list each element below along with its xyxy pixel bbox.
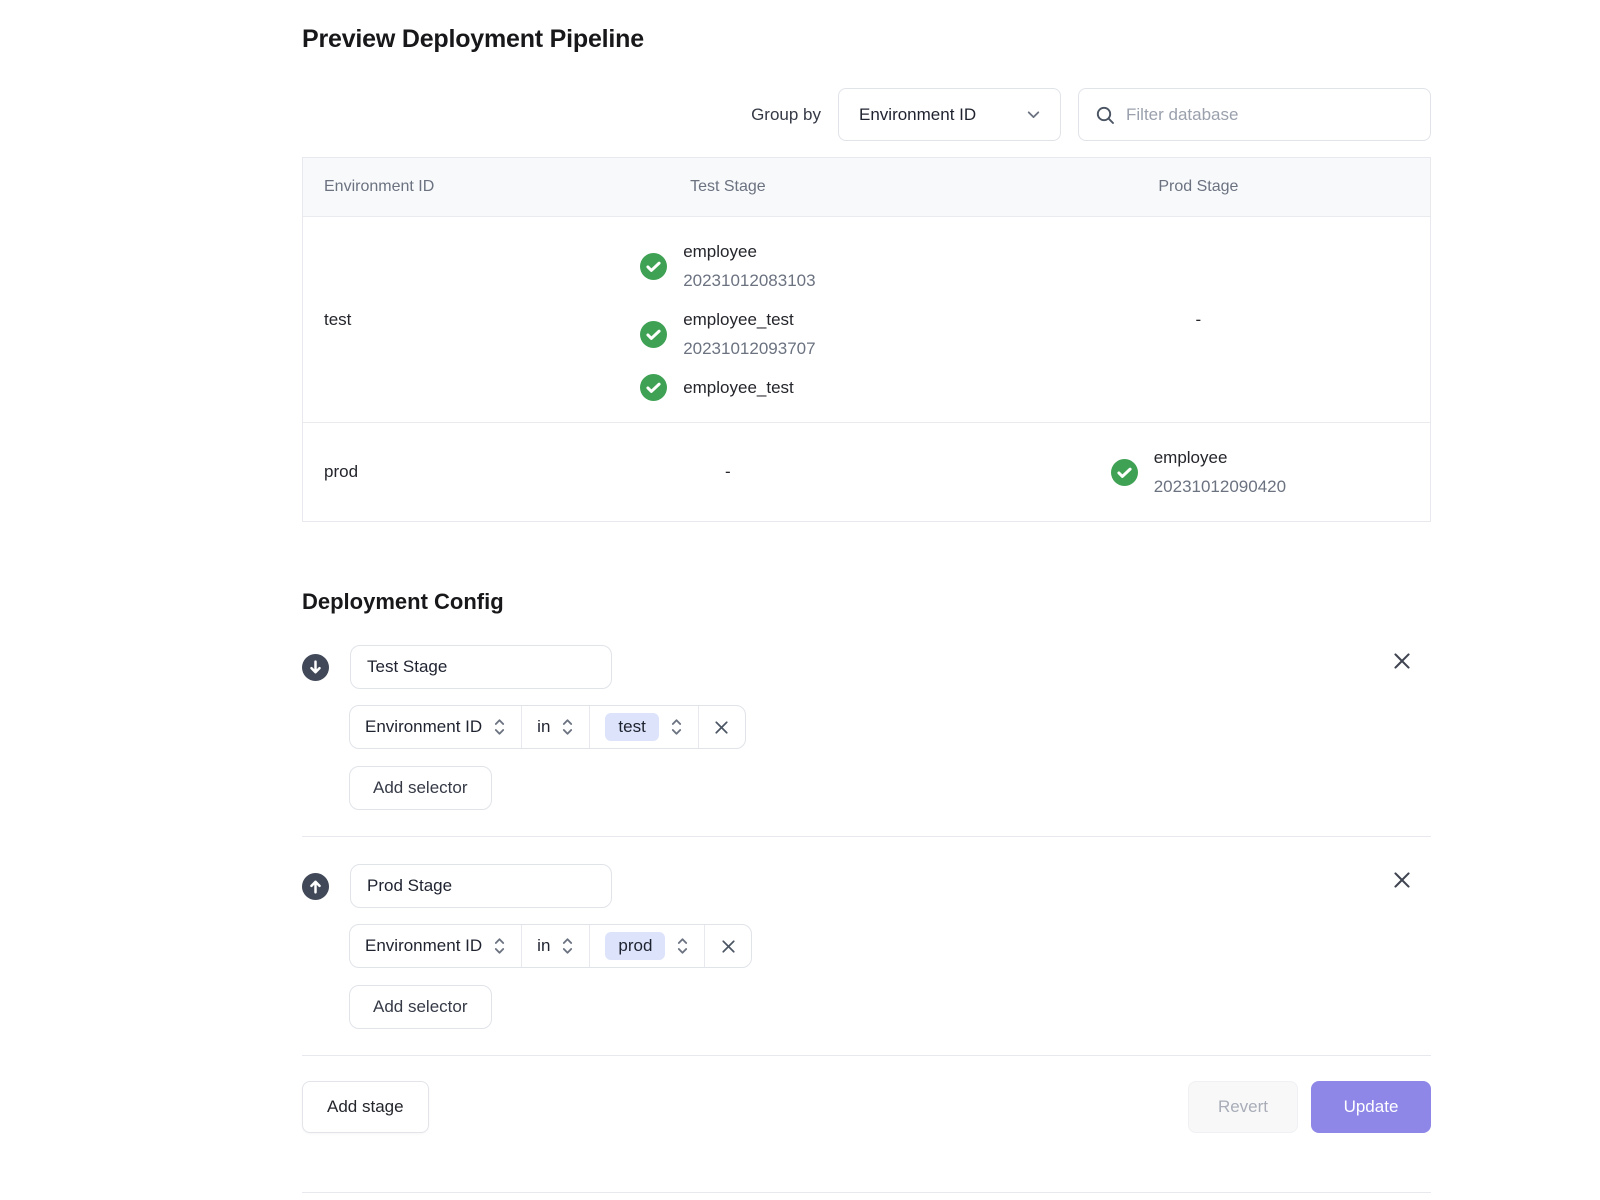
stage-name-input[interactable]: [350, 645, 612, 689]
database-text: employee 20231012083103: [683, 237, 815, 295]
database-item: employee_test 20231012093707: [640, 305, 815, 363]
stage-config-test: Environment ID in test: [302, 645, 1431, 810]
database-text: employee 20231012090420: [1154, 443, 1286, 501]
database-version: 20231012083103: [683, 266, 815, 295]
remove-selector-button[interactable]: [705, 925, 751, 967]
column-header-test-stage: Test Stage: [489, 158, 967, 216]
check-circle-icon: [640, 374, 667, 401]
database-version: 20231012093707: [683, 334, 815, 363]
environment-name: prod: [324, 462, 358, 482]
footer-actions: Add stage Revert Update: [302, 1081, 1431, 1133]
check-circle-icon: [640, 321, 667, 348]
prod-stage-cell: employee 20231012090420: [967, 423, 1430, 521]
selector-value-pill: prod: [605, 932, 665, 960]
database-text: employee_test 20231012093707: [683, 305, 815, 363]
selector-value-select[interactable]: test: [590, 706, 698, 748]
pipeline-table: Environment ID Test Stage Prod Stage tes…: [302, 157, 1431, 522]
updown-chevrons-icon: [670, 715, 683, 739]
revert-button[interactable]: Revert: [1188, 1081, 1298, 1133]
database-version: 20231012090420: [1154, 472, 1286, 501]
empty-placeholder: -: [725, 462, 731, 482]
table-row-prod: prod - employee 20231012090420: [303, 422, 1430, 521]
database-list: employee 20231012090420: [1111, 423, 1286, 521]
database-name: employee_test: [683, 305, 815, 334]
stage-header: [302, 645, 1431, 689]
add-stage-button[interactable]: Add stage: [302, 1081, 429, 1133]
empty-placeholder: -: [1196, 310, 1202, 330]
environment-cell: prod: [303, 423, 489, 521]
database-text: employee_test: [683, 373, 794, 402]
database-item: employee 20231012090420: [1111, 443, 1286, 501]
updown-chevrons-icon: [561, 934, 574, 958]
remove-stage-button[interactable]: [1389, 648, 1415, 674]
selector-key-value: Environment ID: [365, 936, 482, 956]
test-stage-cell: employee 20231012083103 employee_test 20…: [489, 217, 967, 422]
database-name: employee: [683, 237, 815, 266]
table-row-test: test employee 20231012083103: [303, 216, 1430, 422]
search-icon: [1095, 105, 1115, 125]
stage-config-prod: Environment ID in prod: [302, 864, 1431, 1029]
selector-key-value: Environment ID: [365, 717, 482, 737]
deployment-config-title: Deployment Config: [302, 589, 1431, 615]
stage-name-input[interactable]: [350, 864, 612, 908]
footer-divider: [302, 1055, 1431, 1056]
updown-chevrons-icon: [493, 934, 506, 958]
add-selector-button[interactable]: Add selector: [349, 985, 492, 1029]
update-button[interactable]: Update: [1311, 1081, 1431, 1133]
selector-value-select[interactable]: prod: [590, 925, 705, 967]
group-by-label: Group by: [751, 105, 821, 125]
selector-row: Environment ID in prod: [349, 924, 752, 968]
column-header-environment: Environment ID: [303, 158, 489, 216]
stage-header: [302, 864, 1431, 908]
selector-operator-select[interactable]: in: [522, 925, 590, 967]
environment-cell: test: [303, 217, 489, 422]
table-controls: Group by Environment ID: [302, 88, 1431, 141]
selector-key-select[interactable]: Environment ID: [350, 925, 522, 967]
environment-name: test: [324, 310, 351, 330]
selector-operator-value: in: [537, 717, 550, 737]
updown-chevrons-icon: [561, 715, 574, 739]
selector-key-select[interactable]: Environment ID: [350, 706, 522, 748]
filter-database-input[interactable]: [1126, 105, 1414, 125]
filter-database-box[interactable]: [1078, 88, 1431, 141]
database-item: employee 20231012083103: [640, 237, 815, 295]
stage-divider: [302, 836, 1431, 837]
prod-stage-cell: -: [967, 217, 1430, 422]
database-item: employee_test: [640, 373, 794, 402]
bottom-divider: [302, 1192, 1431, 1193]
page-container: Preview Deployment Pipeline Group by Env…: [302, 0, 1431, 1193]
footer-right-actions: Revert Update: [1188, 1081, 1431, 1133]
column-header-prod-stage: Prod Stage: [967, 158, 1430, 216]
updown-chevrons-icon: [493, 715, 506, 739]
table-header-row: Environment ID Test Stage Prod Stage: [303, 158, 1430, 216]
updown-chevrons-icon: [676, 934, 689, 958]
database-name: employee: [1154, 443, 1286, 472]
group-by-dropdown[interactable]: Environment ID: [838, 88, 1061, 141]
chevron-down-icon: [1025, 106, 1042, 123]
selector-row: Environment ID in test: [349, 705, 746, 749]
database-name: employee_test: [683, 373, 794, 402]
test-stage-cell: -: [489, 423, 967, 521]
remove-stage-button[interactable]: [1389, 867, 1415, 893]
page-title: Preview Deployment Pipeline: [302, 25, 1431, 54]
arrow-down-circle-icon: [302, 654, 329, 681]
add-selector-button[interactable]: Add selector: [349, 766, 492, 810]
selector-value-pill: test: [605, 713, 658, 741]
arrow-up-circle-icon: [302, 873, 329, 900]
check-circle-icon: [1111, 459, 1138, 486]
remove-selector-button[interactable]: [699, 706, 745, 748]
check-circle-icon: [640, 253, 667, 280]
selector-operator-select[interactable]: in: [522, 706, 590, 748]
selector-operator-value: in: [537, 936, 550, 956]
database-list: employee 20231012083103 employee_test 20…: [640, 217, 815, 422]
group-by-value: Environment ID: [859, 105, 976, 125]
